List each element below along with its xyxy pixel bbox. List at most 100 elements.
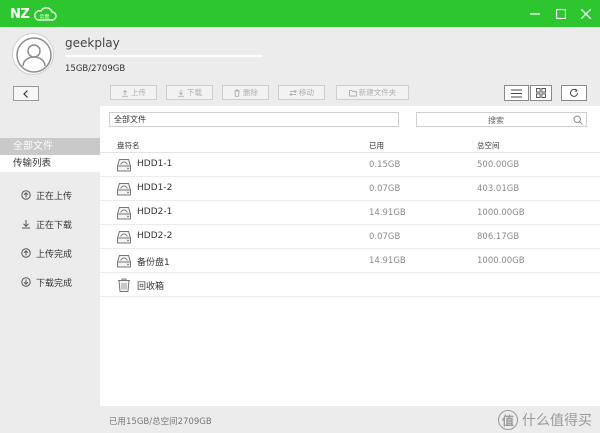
row-name: 备份盘1 — [137, 258, 170, 268]
delete-button[interactable]: 删除 — [222, 85, 269, 100]
toolbar: 上传 下载 删除 移动 新建文件夹 — [100, 81, 600, 106]
download-arrow-icon — [22, 220, 30, 229]
minimize-button[interactable] — [525, 4, 545, 24]
row-used: 14.91GB — [369, 208, 406, 218]
hard-drive-icon — [116, 181, 132, 197]
download-done-icon — [21, 277, 31, 287]
row-used: 14.91GB — [369, 256, 406, 266]
table-row[interactable]: HDD1-1 0.15GB 500.00GB — [100, 153, 600, 177]
folder-plus-icon — [348, 89, 357, 96]
logo-sub: 云盘 — [39, 14, 50, 20]
sidebar-item-label: 上传完成 — [36, 249, 73, 260]
app-logo: NZ 云盘 — [10, 6, 57, 22]
row-total: 1000.00GB — [477, 256, 525, 266]
path-bar: 全部文件 搜索 — [100, 106, 600, 135]
watermark-badge: 值 — [498, 410, 518, 430]
column-header-total[interactable]: 总空间 — [477, 140, 500, 151]
row-used: 0.07GB — [369, 232, 401, 242]
sidebar-item-all-files[interactable]: 全部文件 — [0, 138, 100, 155]
username: geekplay — [65, 36, 120, 50]
table-body: HDD1-1 0.15GB 500.00GB HDD1-2 0.07GB 403.01GB… — [100, 153, 600, 297]
avatar[interactable] — [12, 33, 54, 75]
row-used: 0.15GB — [369, 160, 401, 170]
grid-view-icon — [536, 88, 546, 98]
search-input[interactable]: 搜索 — [416, 112, 587, 127]
download-button-label: 下载 — [187, 88, 202, 97]
sidebar-item-uploading[interactable]: 正在上传 — [21, 188, 72, 202]
hard-drive-icon — [116, 253, 132, 269]
table-row[interactable]: HDD1-2 0.07GB 403.01GB — [100, 177, 600, 201]
row-used: 0.07GB — [369, 184, 401, 194]
grid-view-button[interactable] — [530, 85, 552, 101]
upload-circle-icon — [21, 190, 31, 200]
quota-progress-fill — [65, 55, 263, 57]
refresh-icon — [570, 88, 578, 97]
table-row[interactable]: 回收箱 — [100, 273, 600, 297]
path-input[interactable]: 全部文件 — [109, 112, 399, 127]
sidebar-item-downloading[interactable]: 正在下载 — [21, 217, 72, 231]
move-button[interactable]: 移动 — [278, 85, 325, 100]
quota-text: 15GB/2709GB — [65, 64, 126, 74]
upload-button[interactable]: 上传 — [110, 85, 157, 100]
chevron-left-icon — [23, 89, 28, 98]
trash-icon — [234, 89, 240, 97]
drive-table: 盘符名 已用 总空间 HDD1-1 0.15GB 500.00GB HDD1-2 0.0… — [100, 135, 600, 297]
sidebar-item-label: 正在上传 — [36, 191, 73, 202]
watermark: 值 什么值得买 — [498, 408, 592, 432]
quota-progress — [65, 55, 263, 57]
row-name: HDD1-1 — [137, 159, 173, 169]
sidebar: 全部文件 传输列表 正在上传 正在下载 上传完成 下载完成 — [0, 81, 100, 433]
minimize-icon — [530, 13, 540, 15]
maximize-icon — [556, 9, 566, 19]
hard-drive-icon — [116, 157, 132, 173]
sidebar-item-label: 正在下载 — [36, 220, 73, 231]
status-bar: 已用15GB/总空间2709GB 值 什么值得买 — [100, 406, 600, 433]
table-row[interactable]: HDD2-2 0.07GB 806.17GB — [100, 225, 600, 249]
sidebar-item-download-done[interactable]: 下载完成 — [21, 275, 72, 289]
row-name: 回收箱 — [137, 282, 165, 292]
row-total: 500.00GB — [477, 160, 520, 170]
title-bar: NZ 云盘 — [0, 0, 600, 27]
refresh-button[interactable] — [561, 85, 587, 101]
upload-icon — [122, 89, 128, 97]
row-total: 1000.00GB — [477, 208, 525, 218]
move-arrows-icon — [289, 89, 297, 96]
sidebar-item-label: 下载完成 — [36, 278, 73, 289]
row-name: HDD2-2 — [137, 231, 173, 241]
cloud-icon: 云盘 — [33, 7, 57, 21]
column-header-name[interactable]: 盘符名 — [117, 140, 140, 151]
row-total: 403.01GB — [477, 184, 520, 194]
main-panel: 上传 下载 删除 移动 新建文件夹 全部文件 搜索 盘符名 已用 总空间 HDD… — [100, 81, 600, 433]
table-row[interactable]: 备份盘1 14.91GB 1000.00GB — [100, 249, 600, 273]
back-button[interactable] — [13, 86, 39, 101]
download-button[interactable]: 下载 — [166, 85, 213, 100]
table-header: 盘符名 已用 总空间 — [100, 135, 600, 153]
move-button-label: 移动 — [299, 88, 314, 97]
sidebar-item-upload-done[interactable]: 上传完成 — [21, 246, 72, 260]
upload-button-label: 上传 — [131, 88, 146, 97]
new-folder-button[interactable]: 新建文件夹 — [336, 85, 409, 100]
upload-done-icon — [21, 248, 31, 258]
column-header-used[interactable]: 已用 — [369, 140, 384, 151]
watermark-text: 什么值得买 — [522, 413, 592, 429]
sidebar-item-transfer-list[interactable]: 传输列表 — [0, 155, 100, 172]
status-text: 已用15GB/总空间2709GB — [109, 417, 212, 427]
logo-text: NZ — [10, 6, 30, 22]
user-header: geekplay 15GB/2709GB — [0, 27, 600, 81]
download-icon — [178, 89, 184, 97]
new-folder-button-label: 新建文件夹 — [358, 88, 397, 97]
list-view-button[interactable] — [504, 85, 529, 101]
hard-drive-icon — [116, 205, 132, 221]
delete-button-label: 删除 — [243, 88, 258, 97]
search-placeholder: 搜索 — [488, 116, 504, 125]
close-button[interactable] — [576, 4, 596, 24]
row-total: 806.17GB — [477, 232, 520, 242]
list-view-icon — [511, 89, 522, 97]
user-avatar-icon — [16, 37, 52, 73]
maximize-button[interactable] — [551, 4, 571, 24]
row-name: HDD1-2 — [137, 183, 173, 193]
search-icon[interactable] — [573, 115, 583, 125]
row-name: HDD2-1 — [137, 207, 173, 217]
table-row[interactable]: HDD2-1 14.91GB 1000.00GB — [100, 201, 600, 225]
recycle-bin-icon — [116, 277, 132, 293]
